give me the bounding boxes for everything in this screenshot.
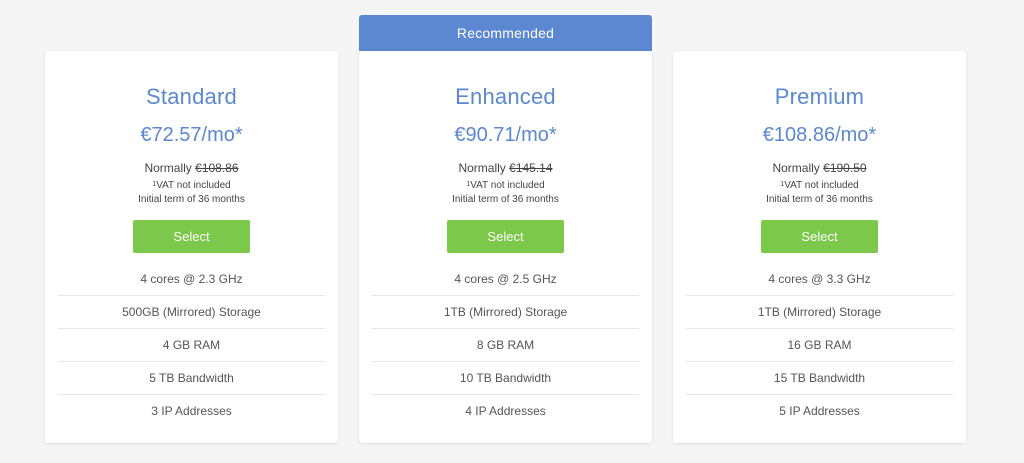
term-note: Initial term of 36 months xyxy=(452,194,559,205)
normal-price: Normally €145.14 xyxy=(359,161,652,175)
plan-name: Standard xyxy=(146,84,237,109)
feature-cpu: 4 cores @ 3.3 GHz xyxy=(686,263,953,296)
feature-list: 4 cores @ 3.3 GHz 1TB (Mirrored) Storage… xyxy=(686,263,953,428)
vat-text: VAT not included xyxy=(470,180,545,191)
term-note: Initial term of 36 months xyxy=(766,194,873,205)
plan-card-premium: Premium €108.86/mo* Normally €190.50 1VA… xyxy=(673,51,966,443)
footnote-marker: 1 xyxy=(466,181,471,188)
normal-price: Normally €108.86 xyxy=(45,161,338,175)
feature-cpu: 4 cores @ 2.5 GHz xyxy=(372,263,639,296)
feature-storage: 500GB (Mirrored) Storage xyxy=(58,296,325,329)
normally-label: Normally xyxy=(144,161,192,175)
recommended-ribbon: Recommended xyxy=(359,15,652,51)
feature-ip-addresses: 4 IP Addresses xyxy=(465,404,546,418)
strikethrough-price: €108.86 xyxy=(195,161,239,175)
select-standard-button[interactable]: Select xyxy=(133,220,250,253)
select-enhanced-button[interactable]: Select xyxy=(447,220,564,253)
term-note: Initial term of 36 months xyxy=(138,194,245,205)
vat-text: VAT not included xyxy=(156,180,231,191)
feature-ram: 4 GB RAM xyxy=(58,329,325,362)
feature-ram: 16 GB RAM xyxy=(686,329,953,362)
normally-label: Normally xyxy=(458,161,506,175)
normal-price: Normally €190.50 xyxy=(673,161,966,175)
feature-list: 4 cores @ 2.3 GHz 500GB (Mirrored) Stora… xyxy=(58,263,325,428)
feature-bandwidth: 15 TB Bandwidth xyxy=(686,362,953,395)
plan-card-standard: Standard €72.57/mo* Normally €108.86 1VA… xyxy=(45,51,338,443)
plan-name: Premium xyxy=(774,84,865,109)
feature-bandwidth: 10 TB Bandwidth xyxy=(372,362,639,395)
footnote-marker: 1 xyxy=(152,181,157,188)
feature-bandwidth: 5 TB Bandwidth xyxy=(58,362,325,395)
vat-text: VAT not included xyxy=(784,180,859,191)
feature-storage: 1TB (Mirrored) Storage xyxy=(372,296,639,329)
plan-card-enhanced: Enhanced €90.71/mo* Normally €145.14 1VA… xyxy=(359,51,652,443)
strikethrough-price: €145.14 xyxy=(509,161,553,175)
plan-price: €72.57/mo* xyxy=(140,124,243,146)
plan-price: €90.71/mo* xyxy=(454,124,557,146)
feature-storage: 1TB (Mirrored) Storage xyxy=(686,296,953,329)
plan-name: Enhanced xyxy=(455,84,556,109)
vat-note: 1VAT not included xyxy=(673,179,966,193)
feature-cpu: 4 cores @ 2.3 GHz xyxy=(58,263,325,296)
feature-ram: 8 GB RAM xyxy=(372,329,639,362)
feature-list: 4 cores @ 2.5 GHz 1TB (Mirrored) Storage… xyxy=(372,263,639,428)
vat-note: 1VAT not included xyxy=(45,179,338,193)
select-premium-button[interactable]: Select xyxy=(761,220,878,253)
feature-ip-addresses: 5 IP Addresses xyxy=(779,404,860,418)
pricing-plans: Recommended Standard €72.57/mo* Normally… xyxy=(0,0,1024,463)
feature-ip-addresses: 3 IP Addresses xyxy=(151,404,232,418)
normally-label: Normally xyxy=(772,161,820,175)
vat-note: 1VAT not included xyxy=(359,179,652,193)
footnote-marker: 1 xyxy=(780,181,785,188)
plan-price: €108.86/mo* xyxy=(762,124,877,146)
strikethrough-price: €190.50 xyxy=(823,161,867,175)
